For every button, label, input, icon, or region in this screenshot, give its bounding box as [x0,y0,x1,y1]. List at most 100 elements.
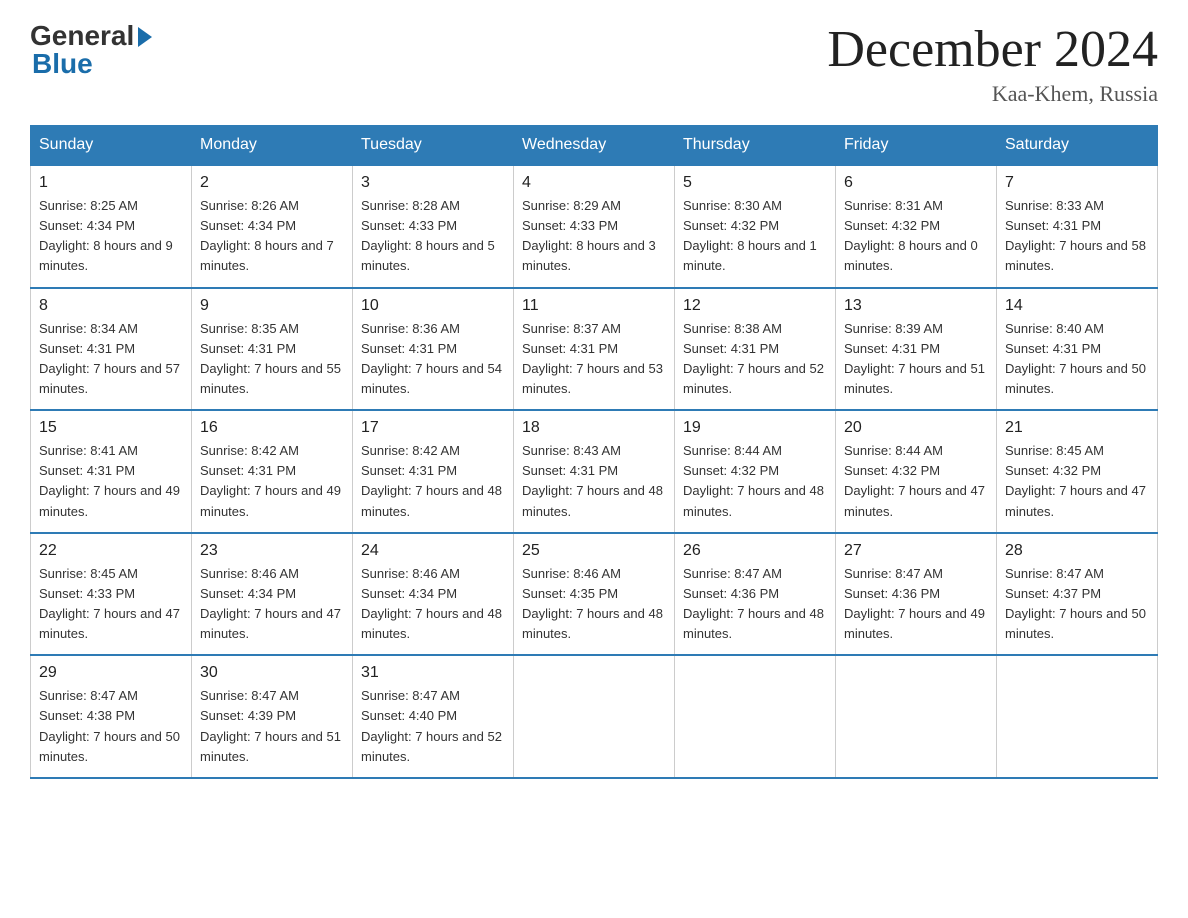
calendar-day-cell [675,655,836,778]
calendar-week-row: 29 Sunrise: 8:47 AM Sunset: 4:38 PM Dayl… [31,655,1158,778]
day-number: 5 [683,174,827,192]
calendar-week-row: 22 Sunrise: 8:45 AM Sunset: 4:33 PM Dayl… [31,533,1158,656]
day-info: Sunrise: 8:46 AM Sunset: 4:34 PM Dayligh… [361,564,505,645]
day-info: Sunrise: 8:29 AM Sunset: 4:33 PM Dayligh… [522,196,666,277]
day-number: 12 [683,297,827,315]
day-number: 10 [361,297,505,315]
calendar-day-cell: 3 Sunrise: 8:28 AM Sunset: 4:33 PM Dayli… [353,165,514,288]
calendar-header-row: SundayMondayTuesdayWednesdayThursdayFrid… [31,126,1158,166]
day-number: 30 [200,664,344,682]
day-number: 27 [844,542,988,560]
day-number: 18 [522,419,666,437]
day-info: Sunrise: 8:47 AM Sunset: 4:40 PM Dayligh… [361,686,505,767]
day-number: 1 [39,174,183,192]
day-info: Sunrise: 8:37 AM Sunset: 4:31 PM Dayligh… [522,319,666,400]
day-info: Sunrise: 8:36 AM Sunset: 4:31 PM Dayligh… [361,319,505,400]
calendar-day-cell: 27 Sunrise: 8:47 AM Sunset: 4:36 PM Dayl… [836,533,997,656]
day-info: Sunrise: 8:28 AM Sunset: 4:33 PM Dayligh… [361,196,505,277]
day-number: 19 [683,419,827,437]
day-number: 17 [361,419,505,437]
location: Kaa-Khem, Russia [827,81,1158,107]
day-number: 11 [522,297,666,315]
day-info: Sunrise: 8:42 AM Sunset: 4:31 PM Dayligh… [200,441,344,522]
calendar-day-cell: 28 Sunrise: 8:47 AM Sunset: 4:37 PM Dayl… [997,533,1158,656]
day-info: Sunrise: 8:35 AM Sunset: 4:31 PM Dayligh… [200,319,344,400]
calendar-table: SundayMondayTuesdayWednesdayThursdayFrid… [30,125,1158,779]
day-info: Sunrise: 8:47 AM Sunset: 4:37 PM Dayligh… [1005,564,1149,645]
day-info: Sunrise: 8:30 AM Sunset: 4:32 PM Dayligh… [683,196,827,277]
calendar-day-cell: 20 Sunrise: 8:44 AM Sunset: 4:32 PM Dayl… [836,410,997,533]
day-info: Sunrise: 8:44 AM Sunset: 4:32 PM Dayligh… [844,441,988,522]
day-info: Sunrise: 8:38 AM Sunset: 4:31 PM Dayligh… [683,319,827,400]
day-number: 25 [522,542,666,560]
day-number: 29 [39,664,183,682]
day-info: Sunrise: 8:42 AM Sunset: 4:31 PM Dayligh… [361,441,505,522]
calendar-day-cell: 11 Sunrise: 8:37 AM Sunset: 4:31 PM Dayl… [514,288,675,411]
day-of-week-header: Monday [192,126,353,166]
day-number: 7 [1005,174,1149,192]
calendar-day-cell: 10 Sunrise: 8:36 AM Sunset: 4:31 PM Dayl… [353,288,514,411]
day-number: 2 [200,174,344,192]
day-number: 21 [1005,419,1149,437]
calendar-day-cell: 13 Sunrise: 8:39 AM Sunset: 4:31 PM Dayl… [836,288,997,411]
calendar-day-cell: 21 Sunrise: 8:45 AM Sunset: 4:32 PM Dayl… [997,410,1158,533]
day-info: Sunrise: 8:45 AM Sunset: 4:32 PM Dayligh… [1005,441,1149,522]
title-area: December 2024 Kaa-Khem, Russia [827,20,1158,107]
calendar-day-cell: 12 Sunrise: 8:38 AM Sunset: 4:31 PM Dayl… [675,288,836,411]
calendar-day-cell: 22 Sunrise: 8:45 AM Sunset: 4:33 PM Dayl… [31,533,192,656]
calendar-day-cell: 25 Sunrise: 8:46 AM Sunset: 4:35 PM Dayl… [514,533,675,656]
day-number: 16 [200,419,344,437]
day-info: Sunrise: 8:47 AM Sunset: 4:36 PM Dayligh… [683,564,827,645]
day-info: Sunrise: 8:47 AM Sunset: 4:36 PM Dayligh… [844,564,988,645]
day-info: Sunrise: 8:25 AM Sunset: 4:34 PM Dayligh… [39,196,183,277]
day-info: Sunrise: 8:47 AM Sunset: 4:38 PM Dayligh… [39,686,183,767]
calendar-day-cell: 18 Sunrise: 8:43 AM Sunset: 4:31 PM Dayl… [514,410,675,533]
day-info: Sunrise: 8:43 AM Sunset: 4:31 PM Dayligh… [522,441,666,522]
day-number: 14 [1005,297,1149,315]
calendar-day-cell: 2 Sunrise: 8:26 AM Sunset: 4:34 PM Dayli… [192,165,353,288]
calendar-day-cell: 1 Sunrise: 8:25 AM Sunset: 4:34 PM Dayli… [31,165,192,288]
calendar-day-cell: 4 Sunrise: 8:29 AM Sunset: 4:33 PM Dayli… [514,165,675,288]
calendar-week-row: 1 Sunrise: 8:25 AM Sunset: 4:34 PM Dayli… [31,165,1158,288]
day-number: 20 [844,419,988,437]
day-number: 4 [522,174,666,192]
logo-arrow-icon [138,27,152,47]
day-of-week-header: Friday [836,126,997,166]
calendar-day-cell: 6 Sunrise: 8:31 AM Sunset: 4:32 PM Dayli… [836,165,997,288]
calendar-week-row: 15 Sunrise: 8:41 AM Sunset: 4:31 PM Dayl… [31,410,1158,533]
day-number: 6 [844,174,988,192]
day-of-week-header: Tuesday [353,126,514,166]
calendar-day-cell: 29 Sunrise: 8:47 AM Sunset: 4:38 PM Dayl… [31,655,192,778]
day-info: Sunrise: 8:46 AM Sunset: 4:35 PM Dayligh… [522,564,666,645]
day-info: Sunrise: 8:33 AM Sunset: 4:31 PM Dayligh… [1005,196,1149,277]
day-info: Sunrise: 8:39 AM Sunset: 4:31 PM Dayligh… [844,319,988,400]
calendar-day-cell: 17 Sunrise: 8:42 AM Sunset: 4:31 PM Dayl… [353,410,514,533]
calendar-day-cell: 19 Sunrise: 8:44 AM Sunset: 4:32 PM Dayl… [675,410,836,533]
calendar-day-cell: 14 Sunrise: 8:40 AM Sunset: 4:31 PM Dayl… [997,288,1158,411]
calendar-day-cell: 5 Sunrise: 8:30 AM Sunset: 4:32 PM Dayli… [675,165,836,288]
day-info: Sunrise: 8:26 AM Sunset: 4:34 PM Dayligh… [200,196,344,277]
day-info: Sunrise: 8:47 AM Sunset: 4:39 PM Dayligh… [200,686,344,767]
day-info: Sunrise: 8:46 AM Sunset: 4:34 PM Dayligh… [200,564,344,645]
day-number: 15 [39,419,183,437]
calendar-week-row: 8 Sunrise: 8:34 AM Sunset: 4:31 PM Dayli… [31,288,1158,411]
logo-blue-text: Blue [32,48,93,80]
day-info: Sunrise: 8:44 AM Sunset: 4:32 PM Dayligh… [683,441,827,522]
day-of-week-header: Sunday [31,126,192,166]
calendar-day-cell: 9 Sunrise: 8:35 AM Sunset: 4:31 PM Dayli… [192,288,353,411]
calendar-day-cell: 30 Sunrise: 8:47 AM Sunset: 4:39 PM Dayl… [192,655,353,778]
calendar-day-cell [997,655,1158,778]
day-info: Sunrise: 8:40 AM Sunset: 4:31 PM Dayligh… [1005,319,1149,400]
calendar-day-cell: 16 Sunrise: 8:42 AM Sunset: 4:31 PM Dayl… [192,410,353,533]
calendar-day-cell: 26 Sunrise: 8:47 AM Sunset: 4:36 PM Dayl… [675,533,836,656]
day-number: 9 [200,297,344,315]
day-of-week-header: Thursday [675,126,836,166]
page-header: General Blue December 2024 Kaa-Khem, Rus… [30,20,1158,107]
calendar-day-cell: 31 Sunrise: 8:47 AM Sunset: 4:40 PM Dayl… [353,655,514,778]
calendar-day-cell [514,655,675,778]
day-number: 3 [361,174,505,192]
day-number: 13 [844,297,988,315]
logo: General Blue [30,20,152,80]
day-number: 8 [39,297,183,315]
day-info: Sunrise: 8:41 AM Sunset: 4:31 PM Dayligh… [39,441,183,522]
